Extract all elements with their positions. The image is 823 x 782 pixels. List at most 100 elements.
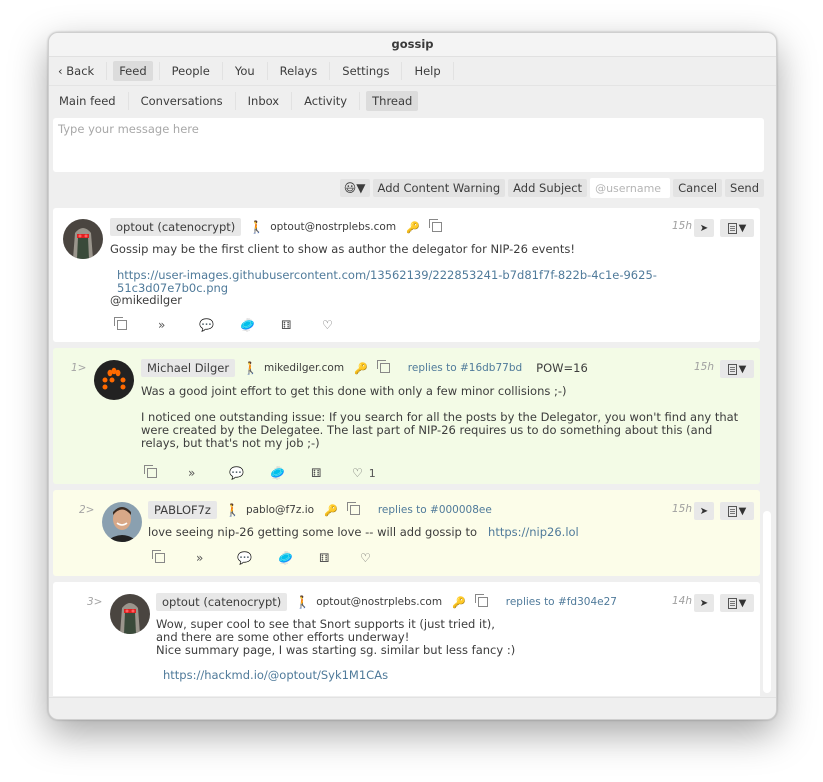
nip05-address: optout@nostrplebs.com <box>270 221 397 233</box>
menu-settings[interactable]: Settings <box>336 61 395 81</box>
nip05-address: pablo@f7z.io <box>245 504 315 516</box>
document-icon <box>727 505 737 517</box>
menu-feed[interactable]: Feed <box>113 61 153 81</box>
author-name-button[interactable]: Michael Dilger <box>141 359 236 377</box>
reply-button[interactable]: 💬 <box>199 318 240 332</box>
send-button[interactable]: Send <box>725 179 764 197</box>
feed-scrollbar[interactable] <box>763 511 771 693</box>
go-to-post-button[interactable]: ➤ <box>694 594 714 612</box>
tab-conversations[interactable]: Conversations <box>135 91 229 111</box>
repost-button[interactable]: » <box>188 466 229 480</box>
emoji-picker-button[interactable]: 😃▼ <box>339 179 370 197</box>
menu-relays[interactable]: Relays <box>274 61 324 81</box>
content-line: Was a good joint effort to get this done… <box>141 384 567 398</box>
copy-button[interactable] <box>152 550 196 563</box>
avatar[interactable] <box>110 594 150 634</box>
reply-index: 2> <box>79 504 95 516</box>
like-button[interactable]: ♡ <box>322 318 363 332</box>
top-menu: ‹ Back Feed People You Relays Settings H… <box>49 59 776 83</box>
menu-help[interactable]: Help <box>408 61 446 81</box>
copy-icon <box>114 317 127 330</box>
zap-button[interactable]: 🥏 <box>278 551 319 565</box>
dice-button[interactable]: ⚅ <box>311 466 352 480</box>
caret-down-icon: ▼ <box>738 222 747 234</box>
avatar[interactable] <box>94 360 134 400</box>
author-name-button[interactable]: PABLOF7z <box>148 501 217 519</box>
message-input[interactable] <box>53 118 764 172</box>
menu-people[interactable]: People <box>166 61 216 81</box>
copy-button[interactable] <box>114 317 158 330</box>
content-line: and there are some other efforts underwa… <box>156 630 410 644</box>
replies-to-link[interactable]: replies to #000008ee <box>378 504 492 516</box>
like-button[interactable]: ♡ <box>360 551 401 565</box>
key-icon: 🔑 <box>324 503 338 517</box>
back-button[interactable]: ‹ Back <box>52 61 100 81</box>
person-walking-icon: 🚶 <box>295 595 311 609</box>
copy-id-icon[interactable] <box>376 360 390 373</box>
post-menu-button[interactable]: ▼ <box>720 594 754 612</box>
zap-button[interactable]: 🥏 <box>270 466 311 480</box>
caret-down-icon: ▼ <box>738 363 747 375</box>
post-timestamp: 14h <box>671 595 692 607</box>
menu-divider <box>49 85 776 86</box>
post-menu-button[interactable]: ▼ <box>720 502 754 520</box>
post-menu-button[interactable]: ▼ <box>720 219 754 237</box>
reply-button[interactable]: 💬 <box>237 551 278 565</box>
avatar[interactable] <box>102 502 142 542</box>
hackmd-link[interactable]: https://hackmd.io/@optout/Syk1M1CAs <box>163 669 388 682</box>
username-input[interactable] <box>590 178 671 198</box>
copy-id-icon[interactable] <box>428 219 442 232</box>
replies-to-link[interactable]: replies to #16db77bd <box>408 362 522 374</box>
thread-feed: optout (catenocrypt) 🚶 optout@nostrplebs… <box>53 208 760 696</box>
document-icon <box>727 597 737 609</box>
image-link[interactable]: https://user-images.githubusercontent.co… <box>117 269 760 295</box>
menu-you[interactable]: You <box>229 61 261 81</box>
content-line: Nice summary page, I was starting sg. si… <box>156 643 516 657</box>
post-actions: » 💬 🥏 ⚅ ♡ <box>114 316 363 334</box>
menu-separator <box>329 62 331 80</box>
dice-button[interactable]: ⚅ <box>281 318 322 332</box>
content-line: I noticed one outstanding issue: If you … <box>141 410 742 450</box>
like-count: 1 <box>368 466 376 480</box>
menu-separator <box>106 62 108 80</box>
post-content: Was a good joint effort to get this done… <box>141 385 741 450</box>
repost-button[interactable]: » <box>158 318 199 332</box>
dice-button[interactable]: ⚅ <box>319 551 360 565</box>
avatar[interactable] <box>63 219 103 259</box>
post-header: optout (catenocrypt) 🚶 optout@nostrplebs… <box>156 592 631 612</box>
menu-separator <box>234 92 236 110</box>
repost-button[interactable]: » <box>196 551 237 565</box>
add-subject-button[interactable]: Add Subject <box>508 179 588 197</box>
replies-to-link[interactable]: replies to #fd304e27 <box>506 596 617 608</box>
tab-main-feed[interactable]: Main feed <box>53 91 122 111</box>
post-card: 1> Michael Dilger 🚶 mikedilger.com 🔑 rep… <box>53 348 760 484</box>
mention[interactable]: @mikedilger <box>110 294 182 307</box>
post-content: love seeing nip-26 getting some love -- … <box>148 526 579 539</box>
person-walking-icon: 🚶 <box>243 361 259 375</box>
post-timestamp: 15h <box>671 220 692 232</box>
add-content-warning-button[interactable]: Add Content Warning <box>372 179 506 197</box>
author-name-button[interactable]: optout (catenocrypt) <box>110 218 242 236</box>
tab-activity[interactable]: Activity <box>298 91 353 111</box>
cancel-button[interactable]: Cancel <box>673 179 723 197</box>
heart-icon: ♡ <box>352 466 363 480</box>
zap-button[interactable]: 🥏 <box>240 318 281 332</box>
copy-id-icon[interactable] <box>346 502 360 515</box>
author-name-button[interactable]: optout (catenocrypt) <box>156 593 288 611</box>
post-menu-button[interactable]: ▼ <box>720 360 754 378</box>
content-line: Wow, super cool to see that Snort suppor… <box>156 617 495 631</box>
like-button[interactable]: ♡ 1 <box>352 466 393 480</box>
reply-button[interactable]: 💬 <box>229 466 270 480</box>
post-card: 3> optout (catenocrypt) 🚶 optout@nostrpl… <box>53 582 760 696</box>
copy-id-icon[interactable] <box>474 594 488 607</box>
nip26-link[interactable]: https://nip26.lol <box>488 525 579 539</box>
go-to-post-button[interactable]: ➤ <box>694 502 714 520</box>
post-actions: » 💬 🥏 ⚅ ♡ 1 <box>144 464 393 482</box>
copy-button[interactable] <box>144 465 188 478</box>
post-card: 2> PABLOF7z 🚶 pablo@f7z.io 🔑 replies to … <box>53 490 760 576</box>
tab-inbox[interactable]: Inbox <box>242 91 285 111</box>
app-window: gossip ‹ Back Feed People You Relays Set… <box>48 32 777 720</box>
tab-thread[interactable]: Thread <box>366 91 419 111</box>
post-header: PABLOF7z 🚶 pablo@f7z.io 🔑 replies to #00… <box>148 500 506 520</box>
go-to-post-button[interactable]: ➤ <box>694 219 714 237</box>
